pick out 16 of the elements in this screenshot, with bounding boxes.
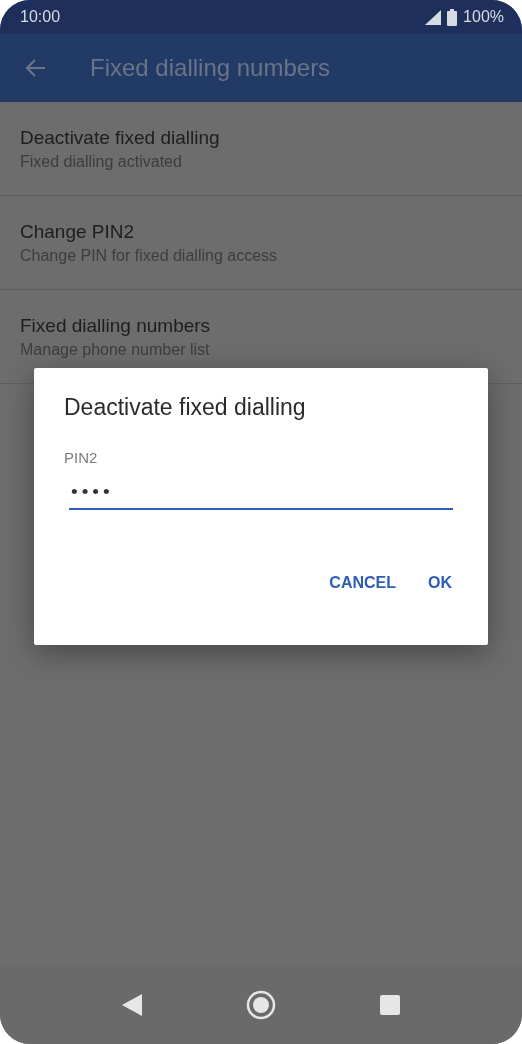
back-icon[interactable] (122, 994, 142, 1016)
pin-field[interactable]: •••• (69, 476, 453, 510)
settings-item-title: Deactivate fixed dialling (20, 126, 221, 149)
battery-percentage: 100% (463, 8, 504, 26)
back-arrow-icon[interactable] (24, 58, 46, 78)
home-icon[interactable] (246, 990, 276, 1020)
screen-title: Fixed dialling numbers (90, 54, 331, 82)
status-time: 10:00 (20, 8, 61, 26)
field-label: PIN2 (64, 449, 98, 466)
signal-icon (425, 9, 442, 25)
dialog-button[interactable]: CANCEL (317, 566, 408, 600)
battery-icon (447, 8, 458, 26)
settings-item-title: Fixed dialling numbers (20, 314, 212, 337)
dialog-title: Deactivate fixed dialling (64, 394, 307, 421)
settings-item-title: Change PIN2 (20, 220, 136, 243)
dialog-button[interactable]: OK (416, 566, 464, 600)
